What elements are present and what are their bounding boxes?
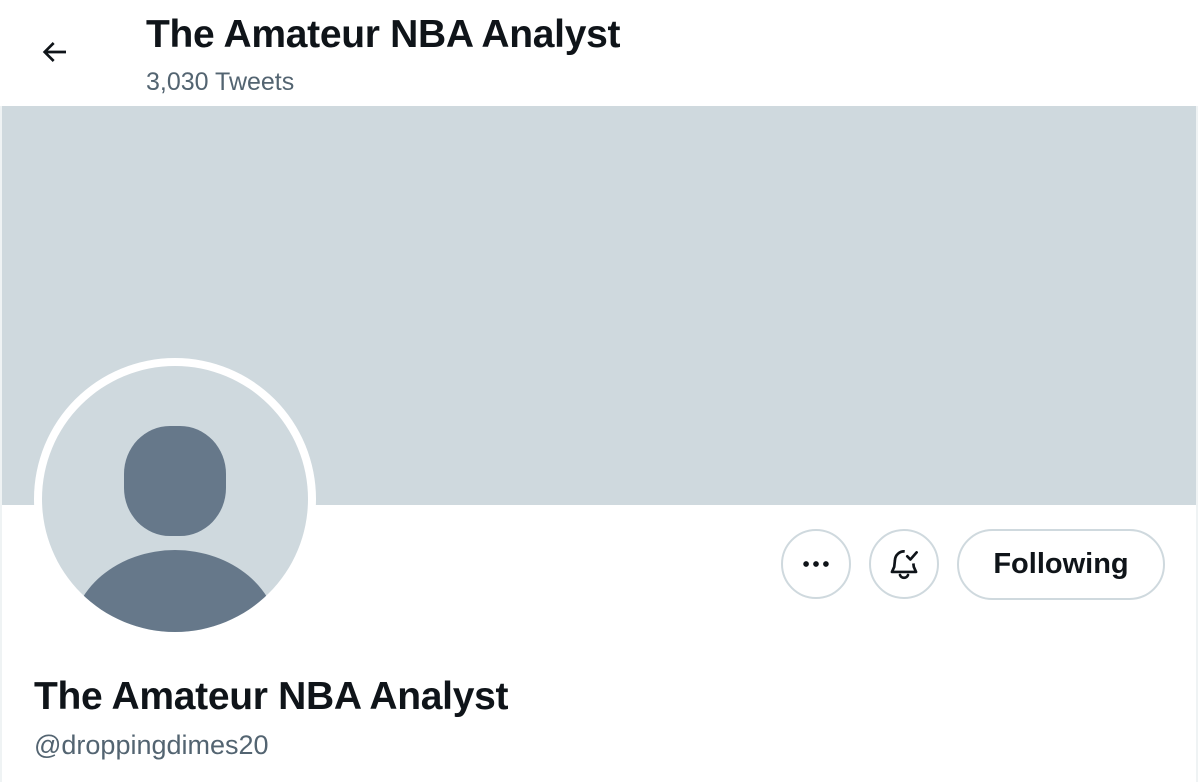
- bell-check-icon: [890, 550, 918, 580]
- header-title: The Amateur NBA Analyst: [146, 13, 621, 56]
- arrow-left-icon: [42, 42, 66, 62]
- more-horizontal-icon: [803, 561, 829, 567]
- default-avatar-icon: [71, 426, 279, 632]
- avatar-image: [42, 366, 308, 632]
- more-button[interactable]: [781, 529, 851, 599]
- avatar[interactable]: [34, 358, 316, 640]
- profile-handle: @droppingdimes20: [34, 730, 269, 760]
- profile-header: The Amateur NBA Analyst 3,030 Tweets: [0, 0, 1198, 106]
- following-button[interactable]: Following: [957, 529, 1165, 600]
- notifications-button[interactable]: [869, 529, 939, 599]
- back-button[interactable]: [24, 22, 84, 82]
- tweet-count: 3,030 Tweets: [146, 68, 295, 96]
- profile-display-name: The Amateur NBA Analyst: [34, 675, 509, 718]
